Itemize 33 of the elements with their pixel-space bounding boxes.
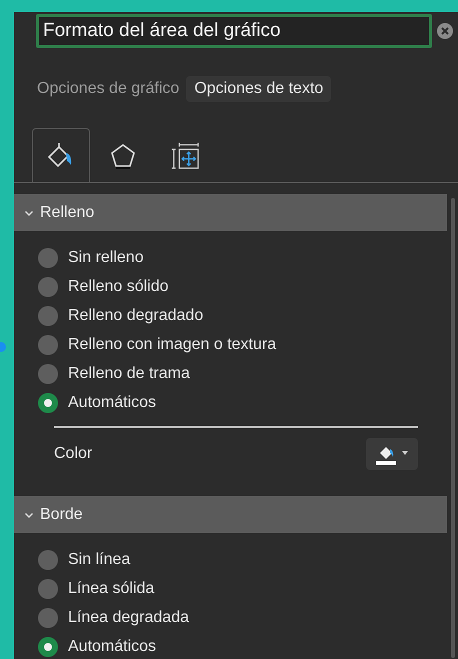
radio-button[interactable] (38, 392, 58, 412)
icon-tab[interactable] (32, 128, 90, 182)
fill-color-button[interactable] (366, 438, 418, 470)
options-tab[interactable]: Opciones de texto (186, 76, 332, 102)
section-header[interactable]: Relleno (14, 194, 447, 231)
option-label: Línea degradada (68, 608, 189, 626)
radio-button[interactable] (38, 550, 58, 570)
title-field[interactable]: Formato del área del gráfico (36, 14, 432, 48)
radio-button[interactable] (38, 248, 58, 268)
scrollbar[interactable] (451, 198, 455, 658)
options-tab[interactable]: Opciones de gráfico (34, 76, 182, 102)
radio-button[interactable] (38, 334, 58, 354)
section-header[interactable]: Borde (14, 496, 447, 533)
option-label: Automáticos (68, 638, 156, 656)
option-label: Relleno sólido (68, 278, 169, 296)
option-label: Sin relleno (68, 248, 144, 266)
close-icon[interactable] (437, 23, 453, 39)
radio-button[interactable] (38, 306, 58, 326)
radio-button[interactable] (38, 608, 58, 628)
radio-button[interactable] (38, 636, 58, 656)
option-label: Línea sólida (68, 580, 154, 598)
radio-button[interactable] (38, 364, 58, 384)
size-position-icon (170, 140, 200, 170)
option-label: Relleno con imagen o textura (68, 336, 276, 354)
option-label: Automáticos (68, 394, 156, 412)
radio-button[interactable] (38, 276, 58, 296)
radio-button[interactable] (38, 578, 58, 598)
option-label: Sin línea (68, 550, 130, 568)
section-title: Relleno (40, 204, 94, 222)
section-title: Borde (40, 506, 83, 524)
color-label: Color (54, 445, 92, 463)
option-label: Relleno degradado (68, 306, 204, 324)
option-label: Relleno de trama (68, 364, 190, 382)
